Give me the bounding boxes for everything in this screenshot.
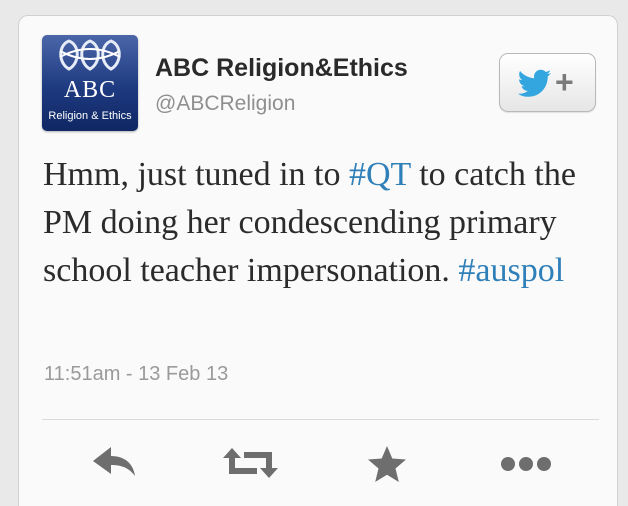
avatar-subtitle: Religion & Ethics [48, 110, 132, 122]
reply-icon [93, 447, 135, 476]
tweet-text-segment: Hmm, just tuned in to [43, 156, 349, 193]
follow-button[interactable]: + [499, 53, 596, 112]
hashtag-link[interactable]: #QT [349, 156, 411, 193]
follow-plus-label: + [555, 64, 574, 100]
tweet-timestamp[interactable]: 11:51am - 13 Feb 13 [44, 363, 228, 386]
divider [42, 419, 599, 420]
more-icon [501, 457, 551, 471]
avatar[interactable]: ABC Religion & Ethics [42, 35, 138, 131]
reply-button[interactable] [86, 444, 142, 484]
twitter-bird-icon [517, 68, 553, 103]
star-icon [368, 446, 406, 482]
tweet-card: ABC Religion & Ethics ABC Religion&Ethic… [18, 15, 618, 506]
hashtag-link[interactable]: #auspol [458, 252, 564, 289]
more-button[interactable] [496, 444, 552, 484]
display-name[interactable]: ABC Religion&Ethics [155, 54, 408, 83]
avatar-logo-text: ABC [63, 77, 117, 103]
retweet-button[interactable] [221, 444, 278, 484]
favorite-button[interactable] [359, 444, 415, 484]
tweet-text: Hmm, just tuned in to #QT to catch the P… [43, 151, 603, 295]
retweet-icon [223, 448, 278, 478]
user-handle[interactable]: @ABCReligion [155, 92, 295, 116]
